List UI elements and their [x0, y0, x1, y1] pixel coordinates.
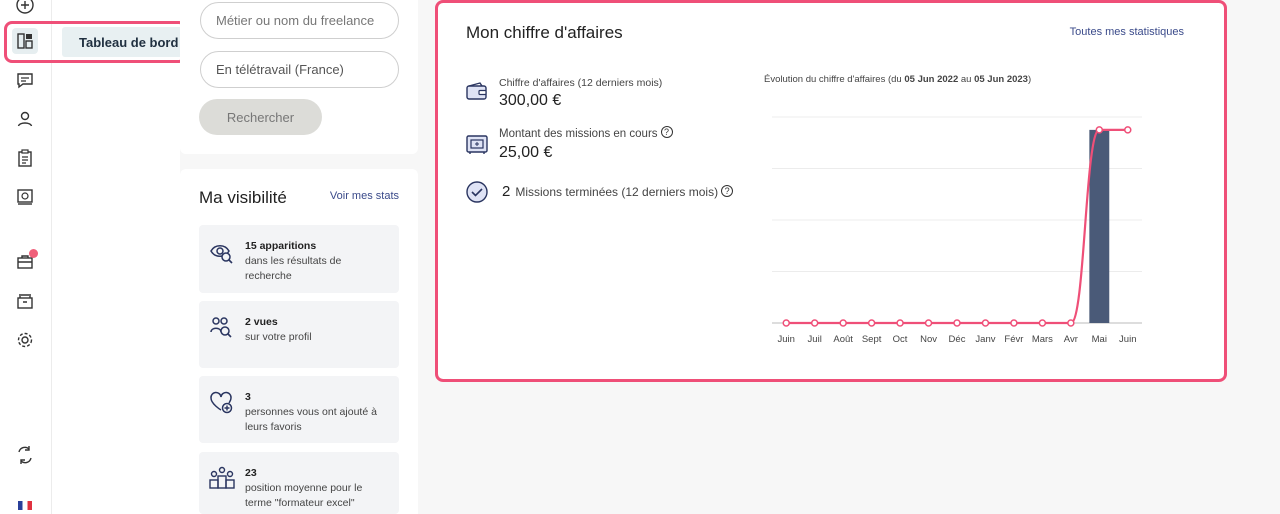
views-value: 2 vues [245, 316, 278, 328]
appearances-text: dans les résultats de recherche [245, 255, 342, 282]
x-tick-label: Janv [975, 334, 995, 345]
archive-icon[interactable] [12, 288, 38, 314]
position-text: position moyenne pour le terme "formateu… [245, 482, 363, 509]
views-text: sur votre profil [245, 331, 312, 343]
gear-icon[interactable] [12, 327, 38, 353]
clipboard-icon[interactable] [12, 145, 38, 171]
chart-point [924, 319, 933, 327]
revenue-card: Mon chiffre d'affaires Toutes mes statis… [438, 3, 1224, 379]
french-flag-icon[interactable] [12, 492, 38, 514]
help-icon[interactable]: ? [721, 185, 734, 197]
all-stats-link[interactable]: Toutes mes statistiques [1070, 26, 1184, 38]
x-tick-label: Nov [920, 334, 937, 345]
invoice-icon[interactable] [12, 184, 38, 210]
safe-icon [466, 135, 488, 154]
notification-badge [29, 249, 38, 258]
chart-series-line [786, 128, 1128, 325]
chart-point [896, 319, 904, 327]
secondary-nav: Tableau de bord [52, 0, 234, 514]
switch-icon[interactable] [12, 442, 38, 468]
revenue-label: Chiffre d'affaires (12 derniers mois) [499, 77, 663, 89]
chart-point [810, 319, 819, 327]
appearances-value: 15 apparitions [245, 240, 317, 252]
x-tick-label: Oct [893, 334, 908, 345]
chart-point [1124, 126, 1132, 134]
x-tick-label: Août [833, 334, 853, 345]
chart-point [1010, 319, 1018, 327]
visibility-title: Ma visibilité [199, 188, 287, 207]
chart-point [782, 319, 790, 327]
missions-label: Montant des missions en cours [499, 128, 658, 140]
completed-label: Missions terminées (12 derniers mois) [515, 185, 719, 199]
podium-icon [209, 466, 235, 489]
revenue-title: Mon chiffre d'affaires [466, 23, 623, 42]
location-select[interactable]: En télétravail (France) [200, 51, 399, 88]
completed-count: 2 [502, 183, 511, 200]
x-tick-label: Déc [949, 334, 966, 345]
chart-point [1095, 126, 1104, 134]
x-tick-label: Juin [1119, 334, 1136, 345]
visibility-stats-link[interactable]: Voir mes stats [330, 190, 399, 202]
profile-icon[interactable] [12, 106, 38, 132]
help-icon[interactable]: ? [660, 126, 673, 138]
chart-point [1067, 319, 1075, 327]
chart-bar [1089, 129, 1110, 323]
search-panel: Métier ou nom du freelance En télétravai… [180, 0, 418, 154]
visibility-item-views: 2 vues sur votre profil [199, 301, 399, 368]
messages-icon[interactable] [12, 67, 38, 93]
heart-plus-icon [210, 391, 233, 414]
chart-point [1038, 319, 1047, 327]
position-value: 23 [245, 467, 257, 479]
x-tick-label: Mars [1032, 334, 1053, 345]
wallet-icon [466, 82, 487, 100]
chart-caption: Évolution du chiffre d'affaires (du 05 J… [764, 74, 1032, 85]
x-tick-label: Sept [862, 334, 882, 345]
icon-rail [0, 0, 52, 514]
x-tick-label: Avr [1064, 334, 1078, 345]
dashboard-icon[interactable] [12, 28, 38, 54]
visibility-item-appearances: 15 apparitions dans les résultats de rech… [199, 225, 399, 293]
people-search-icon [210, 317, 232, 338]
visibility-item-favorites: 3 personnes vous ont ajouté à leurs favor… [199, 376, 399, 443]
revenue-chart: Juin Juil Août Sept Oct Nov Déc Janv Févr Mars Avr… [772, 116, 1142, 345]
job-search-input[interactable]: Métier ou nom du freelance [200, 2, 399, 39]
chart-point [981, 319, 990, 327]
x-tick-label: Févr [1004, 334, 1023, 345]
visibility-panel: Ma visibilité Voir mes stats 15 appariti… [180, 169, 418, 514]
chart-point [953, 319, 961, 327]
revenue-value: 300,00 € [499, 92, 562, 109]
briefcase-icon[interactable] [12, 249, 38, 275]
check-circle-icon [466, 181, 488, 203]
x-tick-label: Mai [1092, 334, 1107, 345]
x-tick-label: Juin [778, 334, 795, 345]
chart-point [867, 319, 876, 327]
favorites-value: 3 [245, 391, 251, 403]
add-icon[interactable] [12, 0, 38, 18]
favorites-text: personnes vous ont ajouté à leurs favori… [245, 406, 377, 433]
x-tick-label: Juil [808, 334, 822, 345]
search-button[interactable]: Rechercher [199, 99, 322, 135]
chart-point [839, 319, 847, 327]
visibility-item-position: 23 position moyenne pour le terme "format… [199, 452, 399, 514]
eye-search-icon [210, 245, 233, 264]
missions-value: 25,00 € [499, 144, 553, 161]
